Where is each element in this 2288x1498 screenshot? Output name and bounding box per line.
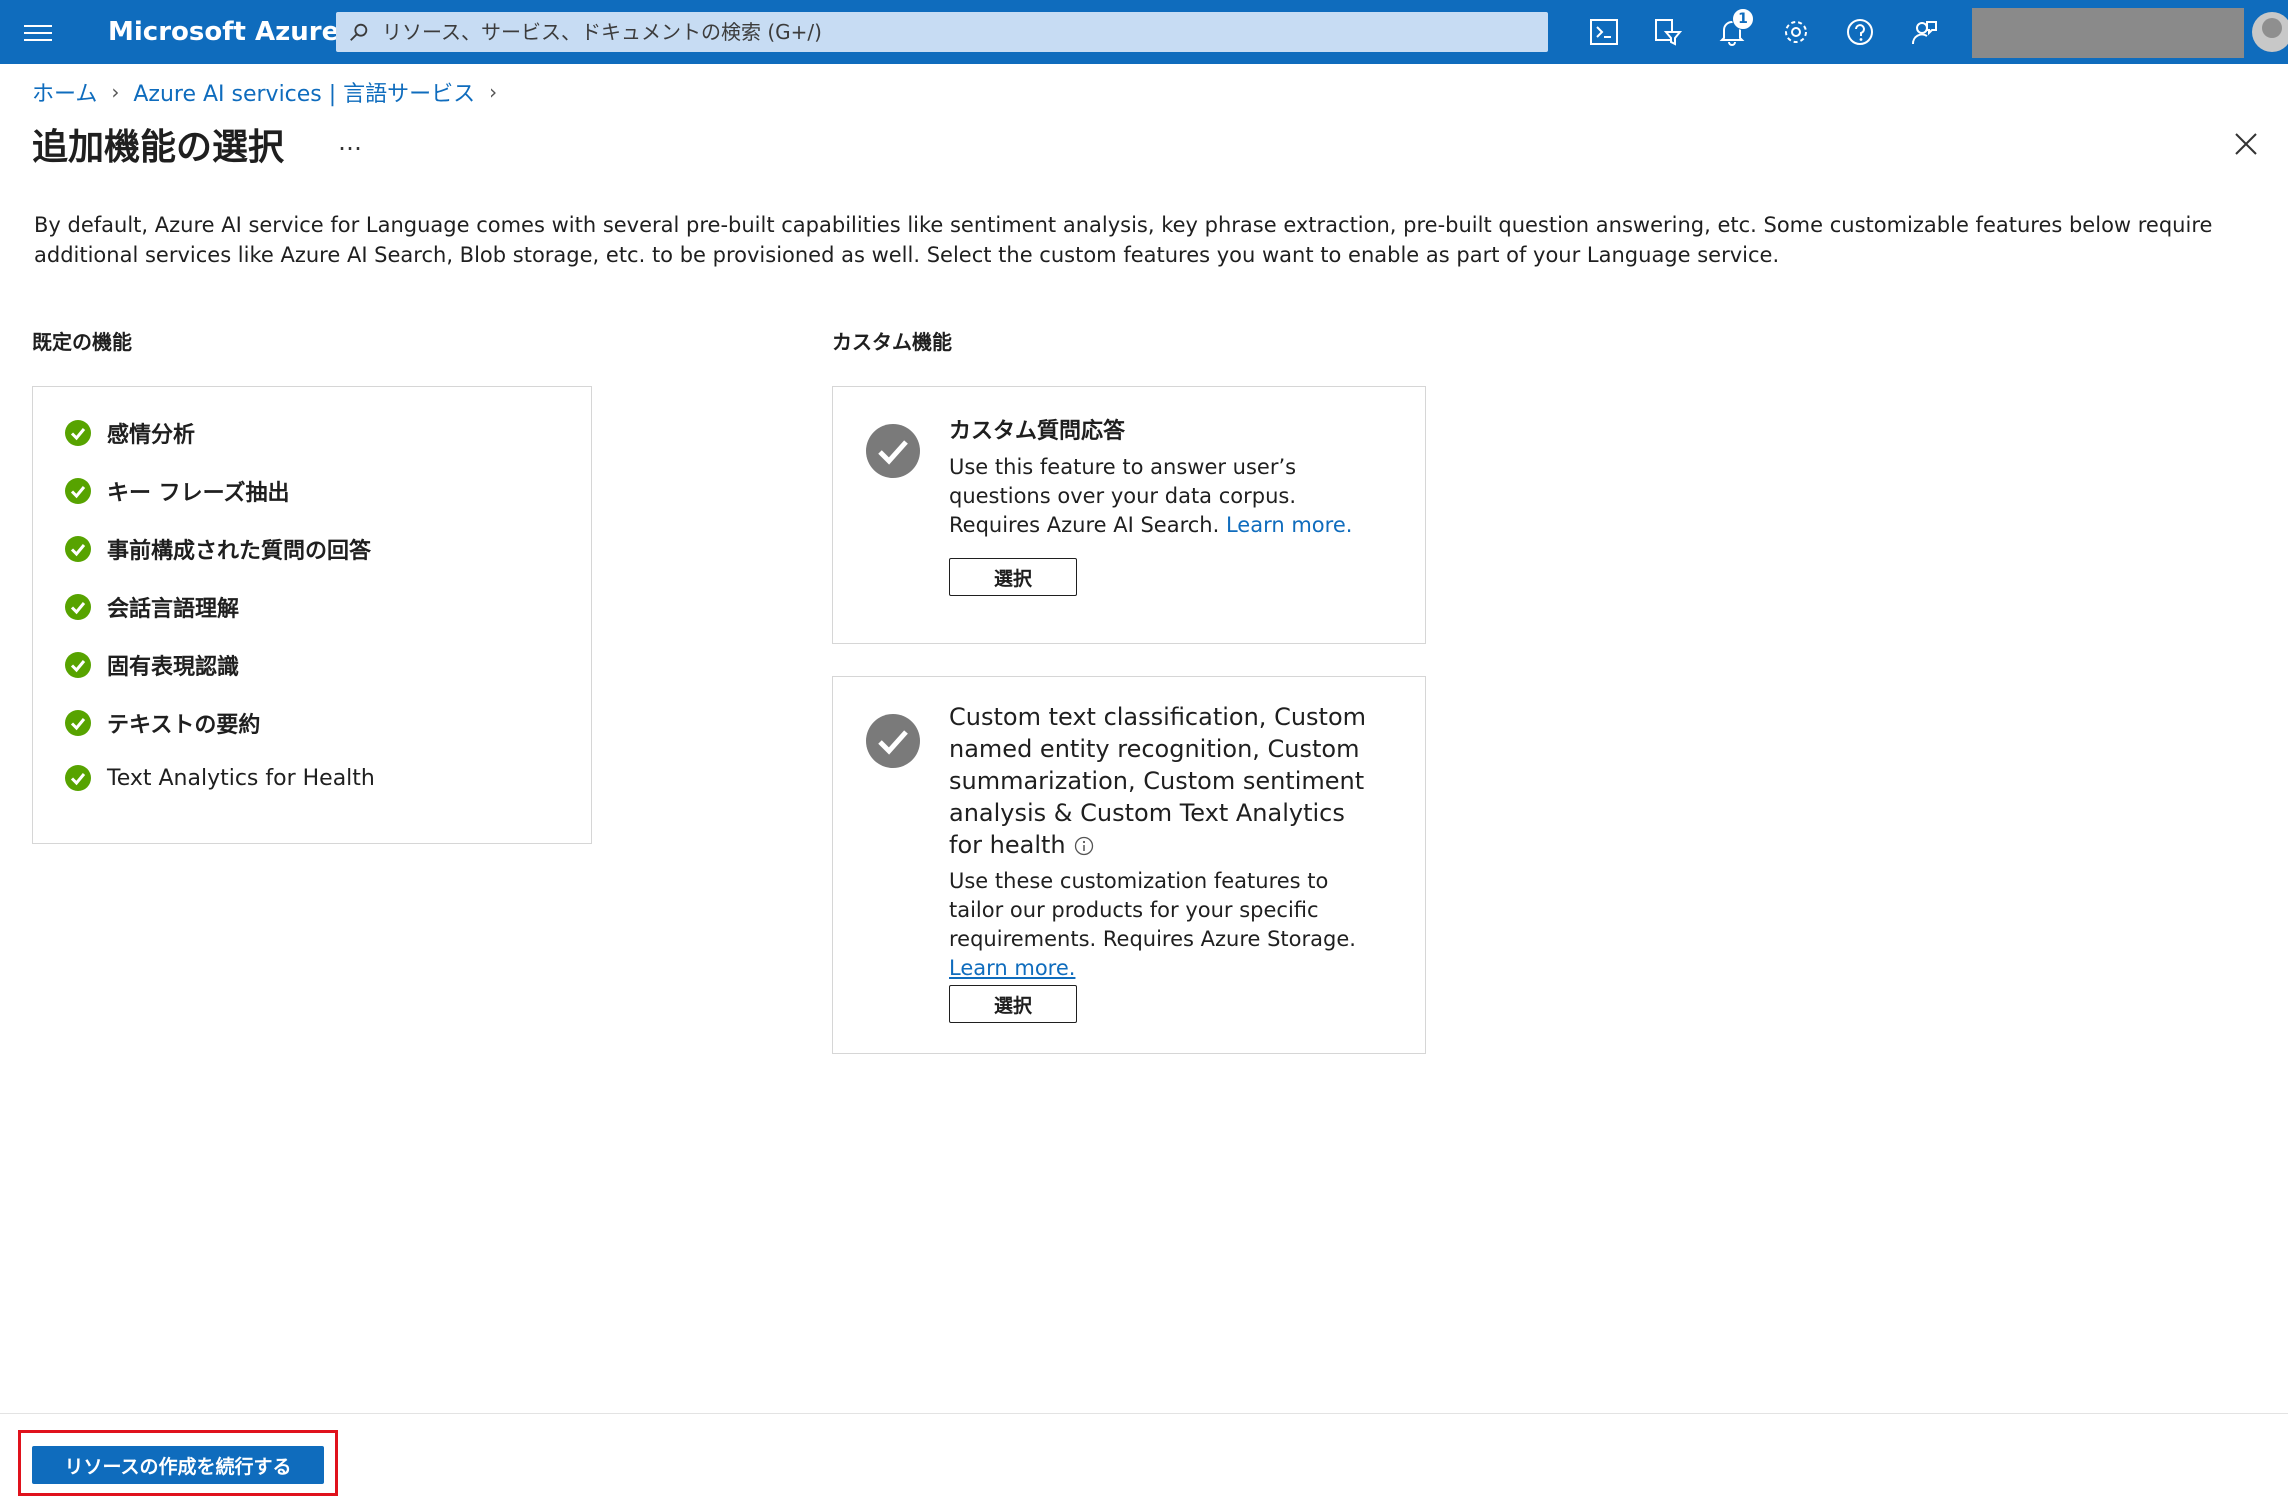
select-button[interactable]: 選択 <box>949 985 1077 1023</box>
continue-create-resource-button[interactable]: リソースの作成を続行する <box>32 1446 324 1484</box>
chevron-right-icon: › <box>489 80 498 104</box>
list-item: キー フレーズ抽出 <box>65 475 290 507</box>
feature-label: キー フレーズ抽出 <box>107 481 290 506</box>
check-circle-icon <box>65 765 91 791</box>
custom-feature-card-question-answering: カスタム質問応答 Use this feature to answer user… <box>832 386 1426 644</box>
feature-label: 固有表現認識 <box>107 655 240 680</box>
settings-icon[interactable] <box>1778 14 1814 50</box>
list-item: 会話言語理解 <box>65 591 239 623</box>
feature-label: 感情分析 <box>107 423 196 448</box>
footer-divider <box>0 1413 2288 1414</box>
check-circle-icon <box>65 710 91 736</box>
notification-badge: 1 <box>1732 8 1754 30</box>
avatar[interactable] <box>2252 12 2288 52</box>
page-title: 追加機能の選択 <box>32 127 285 168</box>
cloud-shell-icon[interactable] <box>1586 14 1622 50</box>
search-icon <box>350 23 368 41</box>
custom-feature-card-text-analytics: Custom text classification, Custom named… <box>832 676 1426 1054</box>
learn-more-link[interactable]: Learn more. <box>949 956 1075 980</box>
list-item: テキストの要約 <box>65 707 260 739</box>
selected-check-icon <box>866 424 920 478</box>
account-info[interactable] <box>1972 8 2244 58</box>
list-item: 感情分析 <box>65 417 195 449</box>
feature-label: Text Analytics for Health <box>107 765 375 791</box>
help-icon[interactable] <box>1842 14 1878 50</box>
custom-features-label: カスタム機能 <box>832 330 952 354</box>
directory-filter-icon[interactable] <box>1650 14 1686 50</box>
page-description: By default, Azure AI service for Languag… <box>34 213 2213 267</box>
menu-icon[interactable] <box>24 20 52 44</box>
select-button[interactable]: 選択 <box>949 558 1077 596</box>
chevron-right-icon: › <box>111 80 120 104</box>
global-search[interactable] <box>336 12 1548 52</box>
card-title: カスタム質問応答 <box>949 419 1126 444</box>
list-item: 固有表現認識 <box>65 649 239 681</box>
check-circle-icon <box>65 594 91 620</box>
card-description: Use this feature to answer user’s questi… <box>949 453 1369 540</box>
check-circle-icon <box>65 420 91 446</box>
selected-check-icon <box>866 714 920 768</box>
more-options-icon[interactable]: … <box>338 128 364 156</box>
notifications-icon[interactable]: 1 <box>1714 8 1754 50</box>
learn-more-link[interactable]: Learn more. <box>1226 513 1352 537</box>
default-features-label: 既定の機能 <box>32 330 132 354</box>
list-item: 事前構成された質問の回答 <box>65 533 371 565</box>
check-circle-icon <box>65 652 91 678</box>
card-description-text: Use these customization features to tail… <box>949 869 1356 951</box>
feedback-icon[interactable] <box>1906 14 1942 50</box>
top-bar: Microsoft Azure 1 <box>0 0 2288 64</box>
breadcrumb-home[interactable]: ホーム <box>32 76 97 108</box>
list-item: Text Analytics for Health <box>65 765 375 791</box>
feature-label: 事前構成された質問の回答 <box>107 539 372 564</box>
check-circle-icon <box>65 478 91 504</box>
feature-label: テキストの要約 <box>107 713 261 738</box>
close-icon[interactable] <box>2232 130 2260 158</box>
info-icon[interactable] <box>1074 836 1094 856</box>
default-features-box: 感情分析 キー フレーズ抽出 事前構成された質問の回答 会話言語理解 固有表現認… <box>32 386 592 844</box>
breadcrumb: ホーム › Azure AI services | 言語サービス › <box>32 76 511 108</box>
breadcrumb-service[interactable]: Azure AI services | 言語サービス <box>133 76 475 108</box>
card-description: Use these customization features to tail… <box>949 867 1369 983</box>
feature-label: 会話言語理解 <box>107 597 240 622</box>
search-input[interactable] <box>382 20 1532 44</box>
check-circle-icon <box>65 536 91 562</box>
brand-title[interactable]: Microsoft Azure <box>108 0 339 64</box>
card-title: Custom text classification, Custom named… <box>949 703 1367 859</box>
